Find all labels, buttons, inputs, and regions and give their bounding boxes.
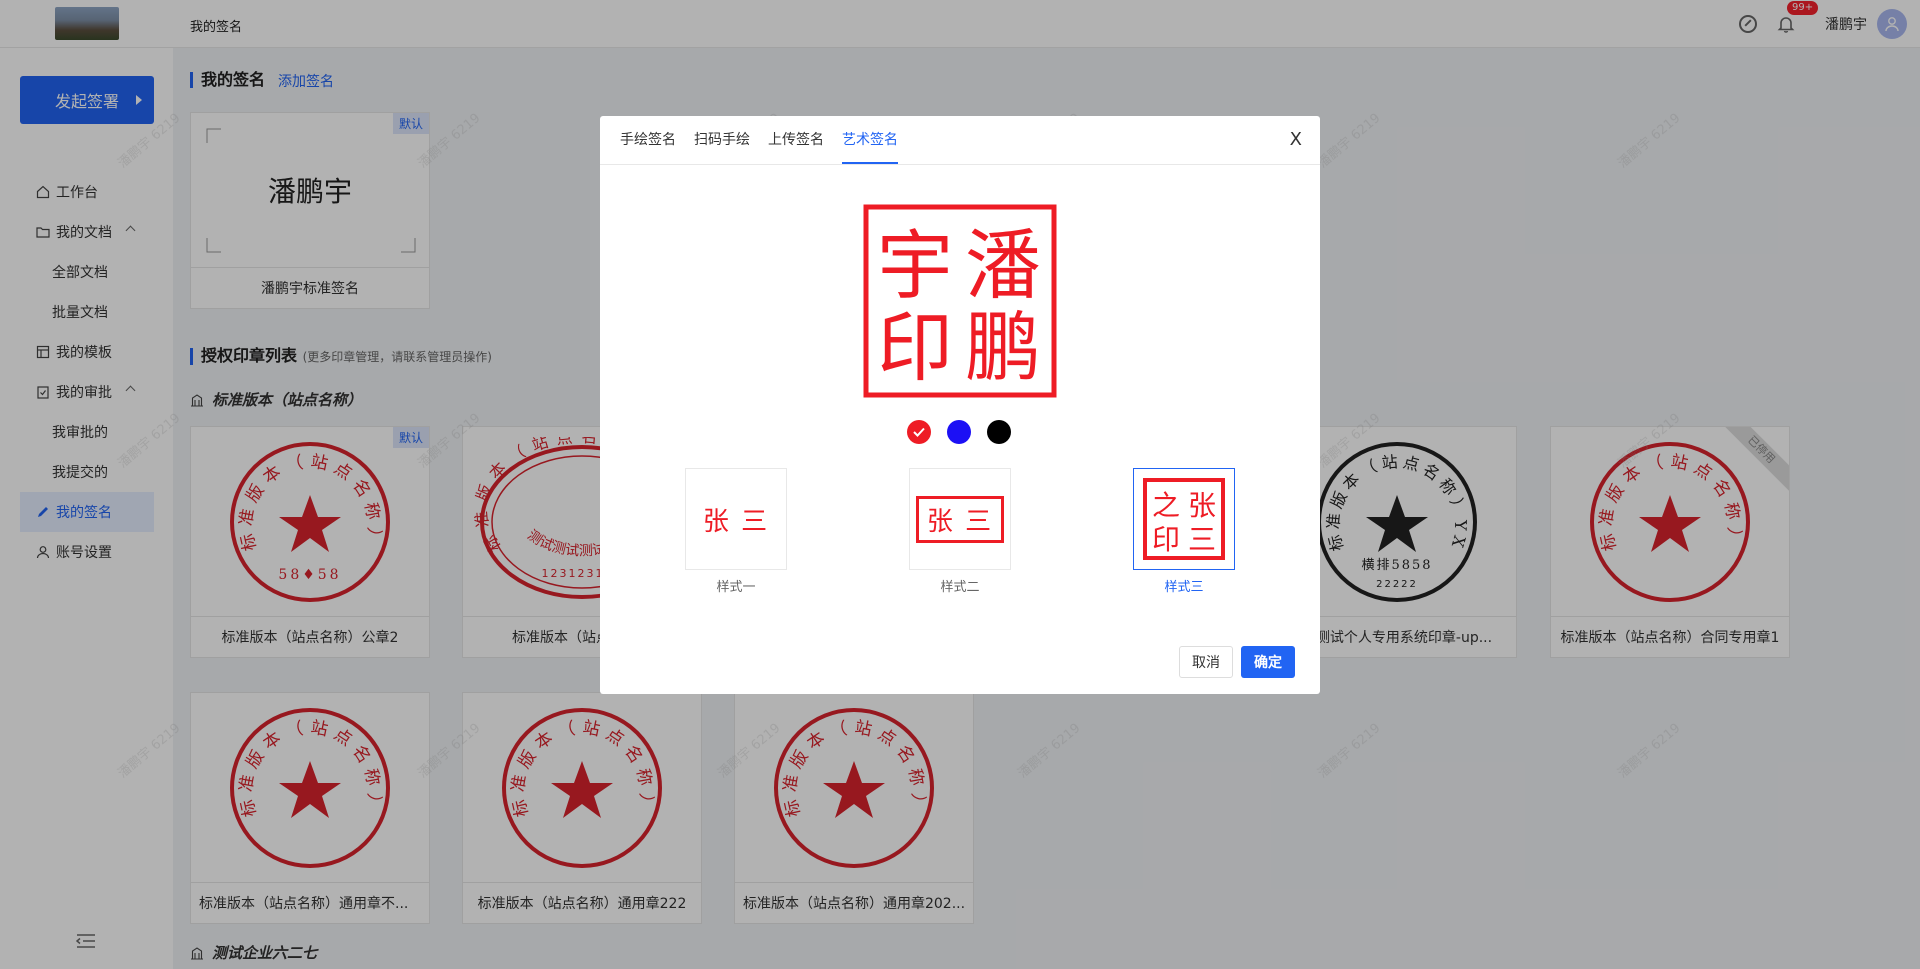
tab-upload[interactable]: 上传签名 [768, 116, 824, 164]
preview-char: 印 [877, 303, 953, 392]
style-one-text: 张 三 [702, 506, 770, 537]
style-two-label[interactable]: 样式二 [909, 576, 1011, 595]
style-option-one[interactable]: 张 三 [685, 468, 787, 570]
tab-art-signature[interactable]: 艺术签名 [842, 116, 898, 164]
signature-tabs: 手绘签名 扫码手绘 上传签名 艺术签名 [620, 116, 916, 164]
tab-scan-draw[interactable]: 扫码手绘 [694, 116, 750, 164]
style-three-char: 之 [1152, 489, 1180, 522]
color-black-swatch[interactable] [987, 420, 1011, 444]
divider [600, 164, 1320, 165]
preview-char: 潘 [965, 221, 1041, 310]
close-icon[interactable]: X [1290, 130, 1302, 150]
art-signature-dialog: 手绘签名 扫码手绘 上传签名 艺术签名 X 宇 潘 印 鹏 张 三 样式一 张 … [600, 116, 1320, 694]
style-three-label[interactable]: 样式三 [1133, 576, 1235, 595]
art-signature-preview: 宇 潘 印 鹏 [863, 204, 1057, 398]
color-blue-swatch[interactable] [947, 420, 971, 444]
style-two-text: 张 三 [915, 495, 1005, 543]
preview-char: 宇 [877, 221, 953, 310]
check-icon [913, 427, 925, 437]
style-three-char: 印 [1152, 523, 1180, 556]
style-three-char: 张 [1188, 489, 1216, 522]
color-picker [907, 420, 1027, 444]
confirm-button[interactable]: 确定 [1241, 646, 1295, 678]
style-option-three[interactable]: 之 张 印 三 [1133, 468, 1235, 570]
style-option-two[interactable]: 张 三 [909, 468, 1011, 570]
tab-hand-drawn[interactable]: 手绘签名 [620, 116, 676, 164]
color-red-swatch[interactable] [907, 420, 931, 444]
cancel-button[interactable]: 取消 [1179, 646, 1233, 678]
style-three-char: 三 [1188, 523, 1216, 556]
preview-char: 鹏 [965, 303, 1041, 392]
style-one-label[interactable]: 样式一 [685, 576, 787, 595]
